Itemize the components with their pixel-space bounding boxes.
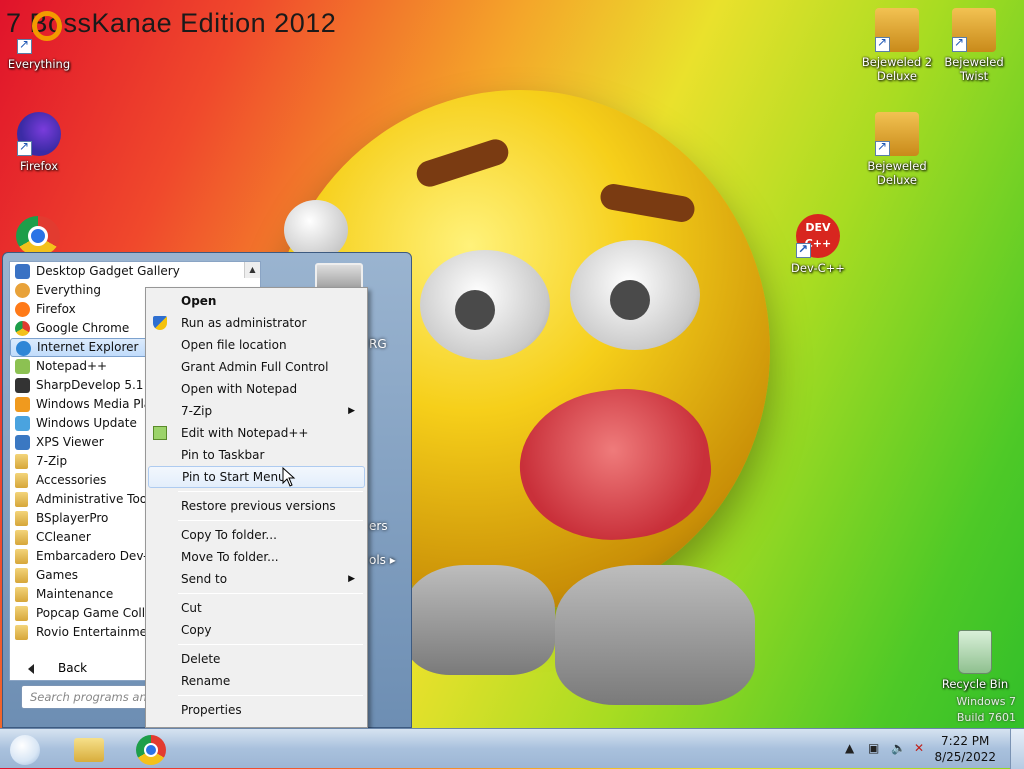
user-name-fragment[interactable]: RG — [369, 337, 387, 351]
ie-icon — [16, 341, 31, 356]
menu-item-7zip[interactable]: 7-Zip ▶ — [148, 400, 365, 422]
notepadpp-icon — [15, 359, 30, 374]
taskbar-chrome[interactable] — [128, 732, 176, 766]
desktop-icon-everything[interactable]: Everything — [1, 10, 77, 71]
wallpaper-shoe-right — [555, 565, 755, 705]
menu-item-copy-to-folder[interactable]: Copy To folder... — [148, 524, 365, 546]
xps-viewer-icon — [15, 435, 30, 450]
chrome-icon — [15, 321, 30, 336]
menu-item-copy[interactable]: Copy — [148, 619, 365, 641]
menu-item-cut[interactable]: Cut — [148, 597, 365, 619]
menu-item-open-file-location[interactable]: Open file location — [148, 334, 365, 356]
back-arrow-icon — [28, 664, 34, 674]
folder-icon — [15, 625, 28, 640]
folder-icon — [15, 492, 28, 507]
taskbar: ▲ ▣ 🔈 ✕ 7:22 PM 8/25/2022 — [0, 728, 1024, 769]
menu-item-rename[interactable]: Rename — [148, 670, 365, 692]
recycle-bin-icon — [958, 630, 992, 674]
context-menu: Open Run as administrator Open file loca… — [145, 287, 368, 728]
menu-item-move-to-folder[interactable]: Move To folder... — [148, 546, 365, 568]
desktop-icon-bejeweled-twist[interactable]: Bejeweled Twist — [936, 8, 1012, 83]
menu-separator — [178, 520, 363, 521]
submenu-arrow-icon: ▶ — [348, 406, 355, 416]
folder-icon — [15, 473, 28, 488]
folder-icon — [15, 568, 28, 583]
menu-item-open-with-notepad[interactable]: Open with Notepad — [148, 378, 365, 400]
show-desktop-button[interactable] — [1010, 729, 1024, 769]
devcpp-icon: DEV C++ — [796, 214, 840, 258]
notepadpp-icon — [153, 426, 167, 440]
menu-item-restore-versions[interactable]: Restore previous versions — [148, 495, 365, 517]
chrome-icon — [28, 226, 48, 246]
folder-icon — [74, 738, 104, 762]
menu-item-edit-notepadpp[interactable]: Edit with Notepad++ — [148, 422, 365, 444]
desktop-icon-bejeweled[interactable]: Bejeweled Deluxe — [859, 112, 935, 187]
bejeweled-twist-icon — [952, 8, 996, 52]
bejeweled2-icon — [875, 8, 919, 52]
folder-icon — [15, 454, 28, 469]
network-icon[interactable]: ▣ — [868, 741, 882, 755]
firefox-icon — [15, 302, 30, 317]
gadget-icon — [15, 264, 30, 279]
media-player-icon — [15, 397, 30, 412]
windows-watermark: Windows 7 Build 7601 — [956, 695, 1016, 724]
clock[interactable]: 7:22 PM 8/25/2022 — [934, 733, 996, 765]
program-item[interactable]: Desktop Gadget Gallery — [10, 262, 260, 281]
desktop-icon-chrome[interactable] — [16, 216, 60, 256]
menu-item-grant-admin[interactable]: Grant Admin Full Control — [148, 356, 365, 378]
menu-separator — [178, 593, 363, 594]
desktop-icon-bejeweled2[interactable]: Bejeweled 2 Deluxe — [859, 8, 935, 83]
sharpdevelop-icon — [15, 378, 30, 393]
start-orb-icon — [10, 735, 40, 765]
menu-separator — [178, 491, 363, 492]
wallpaper-ball — [284, 200, 348, 260]
shield-icon — [153, 316, 167, 330]
menu-item-properties[interactable]: Properties — [148, 699, 365, 721]
desktop-icon-recycle-bin[interactable]: Recycle Bin — [937, 630, 1013, 691]
wallpaper-shoe-left — [405, 565, 555, 675]
folder-icon — [15, 606, 28, 621]
menu-item-delete[interactable]: Delete — [148, 648, 365, 670]
folder-icon — [15, 549, 28, 564]
menu-separator — [178, 695, 363, 696]
start-button[interactable] — [4, 732, 48, 766]
windows-update-icon — [15, 416, 30, 431]
folder-icon — [15, 530, 28, 545]
menu-separator — [178, 644, 363, 645]
desktop-icon-devcpp[interactable]: DEVC++ Dev-C++ — [780, 214, 856, 275]
firefox-icon — [17, 112, 61, 156]
menu-item-run-as-admin[interactable]: Run as administrator — [148, 312, 365, 334]
bejeweled-icon — [875, 112, 919, 156]
chrome-icon — [136, 735, 166, 765]
show-hidden-icons[interactable]: ▲ — [845, 741, 859, 755]
taskbar-explorer[interactable] — [66, 732, 114, 766]
mouse-cursor-icon — [282, 467, 296, 487]
volume-icon[interactable]: 🔈 — [891, 741, 906, 755]
submenu-arrow-icon: ▶ — [348, 574, 355, 584]
action-center-icon[interactable]: ✕ — [914, 741, 928, 755]
desktop-icon-firefox[interactable]: Firefox — [1, 112, 77, 173]
menu-item-pin-start-menu[interactable]: Pin to Start Menu — [148, 466, 365, 488]
everything-icon — [17, 10, 61, 54]
menu-item-pin-taskbar[interactable]: Pin to Taskbar — [148, 444, 365, 466]
everything-icon — [15, 283, 30, 298]
devices-printers-fragment[interactable]: ers — [369, 519, 388, 533]
folder-icon — [15, 587, 28, 602]
menu-item-send-to[interactable]: Send to ▶ — [148, 568, 365, 590]
menu-item-open[interactable]: Open — [148, 290, 365, 312]
folder-icon — [15, 511, 28, 526]
tools-fragment[interactable]: ols ▸ — [369, 553, 396, 567]
